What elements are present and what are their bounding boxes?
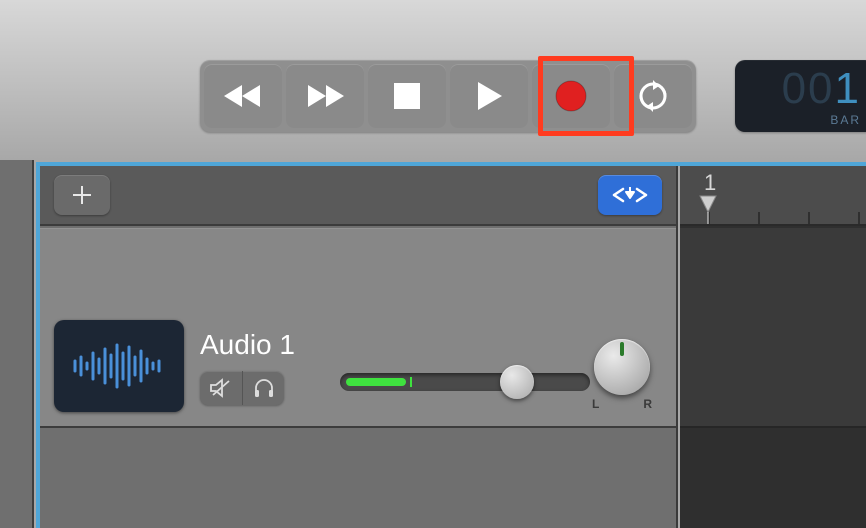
- input-monitor-button[interactable]: [242, 371, 284, 405]
- ruler-tick: [858, 212, 860, 224]
- plus-icon: [71, 184, 93, 206]
- play-button[interactable]: [450, 64, 528, 128]
- forward-button[interactable]: [286, 64, 364, 128]
- timeline-below: [680, 430, 866, 528]
- transport-row: 001 BAR: [0, 60, 866, 132]
- stop-button[interactable]: [368, 64, 446, 128]
- track-name[interactable]: Audio 1: [200, 329, 295, 361]
- lcd-label: BAR: [830, 113, 861, 127]
- playhead-line: [707, 212, 709, 226]
- track-header-toolbar: [40, 166, 676, 226]
- track-toggles: [200, 371, 284, 405]
- rewind-button[interactable]: [204, 64, 282, 128]
- ruler-bar-1: 1: [704, 170, 716, 196]
- cycle-icon: [635, 80, 671, 112]
- waveform-icon: [69, 339, 169, 393]
- mute-icon: [209, 378, 233, 398]
- pan-knob[interactable]: [594, 339, 650, 395]
- volume-meter-peak: [410, 377, 412, 387]
- lcd-display[interactable]: 001 BAR: [735, 60, 866, 132]
- stop-icon: [392, 81, 422, 111]
- catch-playhead-button[interactable]: [598, 175, 662, 215]
- track-lane[interactable]: [680, 228, 866, 428]
- add-track-button[interactable]: [54, 175, 110, 215]
- timeline[interactable]: 1: [680, 166, 866, 528]
- cycle-button[interactable]: [614, 64, 692, 128]
- pan-labels: L R: [586, 395, 658, 411]
- ruler[interactable]: 1: [680, 166, 866, 226]
- track-icon[interactable]: [54, 320, 184, 412]
- lcd-position: 001: [782, 67, 861, 111]
- pan-left-label: L: [592, 397, 599, 411]
- playhead[interactable]: [698, 194, 718, 214]
- arrange-area: Audio 1 L R: [36, 162, 866, 528]
- record-icon: [554, 79, 588, 113]
- volume-slider[interactable]: [340, 373, 590, 391]
- pan-right-label: R: [643, 397, 652, 411]
- rewind-icon: [222, 83, 264, 109]
- pan-control: L R: [586, 339, 658, 411]
- track-meta: Audio 1: [200, 329, 295, 405]
- left-edge: [0, 160, 34, 528]
- volume-meter: [346, 378, 406, 386]
- transport-controls: [200, 60, 696, 132]
- record-button[interactable]: [532, 64, 610, 128]
- play-icon: [474, 80, 504, 112]
- playhead-icon: [698, 194, 718, 214]
- track-row[interactable]: Audio 1 L R: [40, 228, 676, 428]
- ruler-tick: [758, 212, 760, 224]
- forward-icon: [304, 83, 346, 109]
- catch-playhead-icon: [611, 184, 649, 206]
- volume-knob[interactable]: [500, 365, 534, 399]
- headphones-icon: [252, 378, 276, 398]
- track-header-panel: Audio 1 L R: [40, 166, 678, 528]
- ruler-tick: [808, 212, 810, 224]
- track-header-below: [40, 430, 676, 528]
- mute-button[interactable]: [200, 371, 242, 405]
